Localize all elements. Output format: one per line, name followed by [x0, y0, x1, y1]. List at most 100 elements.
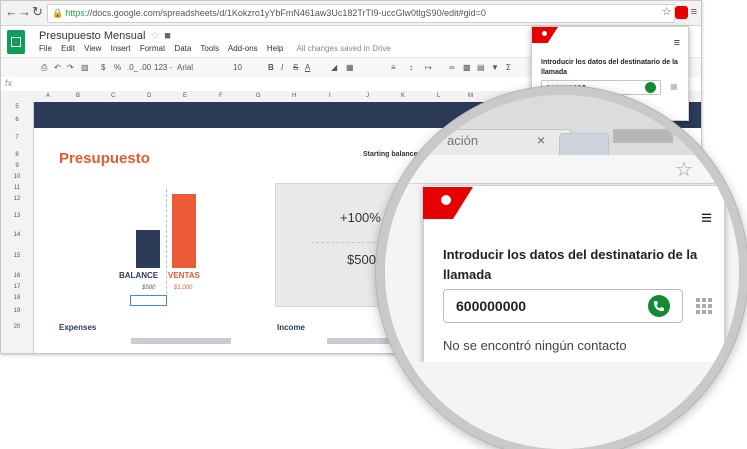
- folder-icon[interactable]: ■: [164, 30, 171, 42]
- menu-file[interactable]: File: [39, 44, 52, 53]
- row-header[interactable]: 13: [1, 213, 33, 219]
- row-header[interactable]: 16: [1, 273, 33, 279]
- row-header[interactable]: 14: [1, 232, 33, 238]
- close-icon[interactable]: ×: [537, 132, 545, 148]
- address-bar[interactable]: 🔒 https://docs.google.com/spreadsheets/d/…: [47, 4, 675, 23]
- row-header[interactable]: 11: [1, 185, 33, 191]
- column-header[interactable]: B: [76, 93, 80, 99]
- functions-icon[interactable]: Σ: [506, 63, 511, 72]
- decrease-decimal-button[interactable]: .0_: [127, 63, 138, 72]
- browser-tab[interactable]: [405, 129, 572, 156]
- row-header[interactable]: 19: [1, 308, 33, 314]
- strikethrough-button[interactable]: S: [293, 63, 298, 72]
- menu-data[interactable]: Data: [174, 44, 191, 53]
- increase-decimal-button[interactable]: .00: [140, 63, 151, 72]
- paint-format-icon[interactable]: ▧: [81, 63, 89, 72]
- currency-button[interactable]: $: [101, 63, 105, 72]
- column-header[interactable]: D: [147, 93, 151, 99]
- vodafone-logo-icon: [532, 27, 558, 43]
- row-header[interactable]: 18: [1, 295, 33, 301]
- menu-insert[interactable]: Insert: [111, 44, 131, 53]
- percent-change: +100%: [340, 210, 381, 225]
- menu-icon[interactable]: ≡: [701, 208, 712, 230]
- call-icon[interactable]: [645, 82, 656, 93]
- chart-icon[interactable]: ▤: [477, 63, 485, 72]
- percent-button[interactable]: %: [114, 63, 121, 72]
- sheets-logo-icon[interactable]: [7, 30, 25, 54]
- row-header[interactable]: 5: [1, 104, 33, 110]
- menu-addons[interactable]: Add-ons: [228, 44, 258, 53]
- dialpad-icon[interactable]: [696, 298, 712, 321]
- filter-icon[interactable]: ▼: [491, 63, 499, 72]
- reload-icon[interactable]: ↻: [32, 4, 43, 20]
- italic-button[interactable]: I: [281, 63, 283, 72]
- menu-format[interactable]: Format: [140, 44, 165, 53]
- popup-heading: Introducir los datos del destinatario de…: [541, 59, 678, 76]
- row-header[interactable]: 20: [1, 324, 33, 330]
- summary-amount: $500: [347, 252, 376, 267]
- redo-icon[interactable]: ↷: [67, 63, 74, 72]
- chart-label-ventas: VENTAS: [168, 271, 200, 280]
- more-formats-button[interactable]: 123 -: [154, 63, 172, 72]
- back-icon[interactable]: ←: [5, 4, 18, 19]
- star-icon[interactable]: ☆: [150, 30, 160, 42]
- font-size-select[interactable]: 10: [233, 63, 242, 72]
- chart-label-balance: BALANCE: [119, 271, 159, 280]
- row-header[interactable]: 7: [1, 135, 33, 141]
- font-select[interactable]: Arial: [177, 63, 193, 72]
- column-header[interactable]: I: [329, 93, 331, 99]
- menu-bar: File Edit View Insert Format Data Tools …: [39, 44, 398, 53]
- comment-icon[interactable]: ▩: [463, 63, 471, 72]
- chart-divider: [166, 189, 167, 299]
- column-header[interactable]: E: [183, 93, 187, 99]
- column-header[interactable]: A: [46, 93, 50, 99]
- call-icon[interactable]: [648, 295, 670, 317]
- column-header[interactable]: G: [256, 93, 261, 99]
- text-color-button[interactable]: A: [305, 63, 310, 72]
- phone-number-input[interactable]: 600000000: [541, 80, 661, 95]
- row-header[interactable]: 6: [1, 117, 33, 123]
- star-icon[interactable]: ☆: [675, 157, 693, 182]
- row-header[interactable]: 10: [1, 174, 33, 180]
- menu-help[interactable]: Help: [267, 44, 283, 53]
- dialpad-icon[interactable]: ▦: [670, 82, 678, 91]
- valign-icon[interactable]: ↕: [409, 63, 413, 72]
- document-title[interactable]: Presupuesto Mensual ☆ ■: [39, 29, 171, 42]
- browser-tab-inactive[interactable]: [559, 133, 609, 157]
- phone-number-input[interactable]: 600000000: [443, 289, 683, 323]
- borders-icon[interactable]: ▦: [346, 63, 354, 72]
- menu-tools[interactable]: Tools: [200, 44, 219, 53]
- menu-view[interactable]: View: [84, 44, 101, 53]
- income-heading: Income: [277, 323, 306, 332]
- column-header[interactable]: C: [111, 93, 115, 99]
- wrap-icon[interactable]: ↦: [425, 63, 432, 72]
- row-header[interactable]: 17: [1, 284, 33, 290]
- browser-tab-inactive[interactable]: [613, 129, 673, 143]
- bold-button[interactable]: B: [268, 63, 274, 72]
- link-icon[interactable]: ∞: [449, 63, 455, 72]
- sheet-heading: Presupuesto: [59, 150, 150, 167]
- vodafone-extension-icon[interactable]: [674, 5, 688, 19]
- row-header[interactable]: 8: [1, 152, 33, 158]
- browser-tab-label: ación: [447, 133, 479, 148]
- row-header[interactable]: 15: [1, 253, 33, 259]
- print-icon[interactable]: ⎙: [41, 63, 47, 73]
- chart-value-balance: $500: [142, 285, 156, 291]
- column-header[interactable]: H: [292, 93, 296, 99]
- chart-value-ventas: $1,000: [174, 285, 193, 291]
- selected-cell[interactable]: [130, 295, 167, 306]
- row-header[interactable]: 9: [1, 163, 33, 169]
- row-header[interactable]: 12: [1, 196, 33, 202]
- menu-icon[interactable]: ≡: [691, 6, 697, 18]
- undo-icon[interactable]: ↶: [54, 63, 61, 72]
- align-icon[interactable]: ≡: [391, 63, 396, 72]
- document-title-text: Presupuesto Mensual: [39, 30, 146, 42]
- column-header[interactable]: J: [366, 93, 369, 99]
- star-icon[interactable]: ☆: [662, 6, 672, 18]
- menu-icon[interactable]: ≡: [674, 37, 680, 49]
- lock-icon: 🔒: [52, 8, 64, 18]
- menu-edit[interactable]: Edit: [61, 44, 75, 53]
- forward-icon[interactable]: →: [18, 4, 31, 19]
- fill-color-icon[interactable]: ◢: [331, 63, 337, 72]
- column-header[interactable]: F: [219, 93, 223, 99]
